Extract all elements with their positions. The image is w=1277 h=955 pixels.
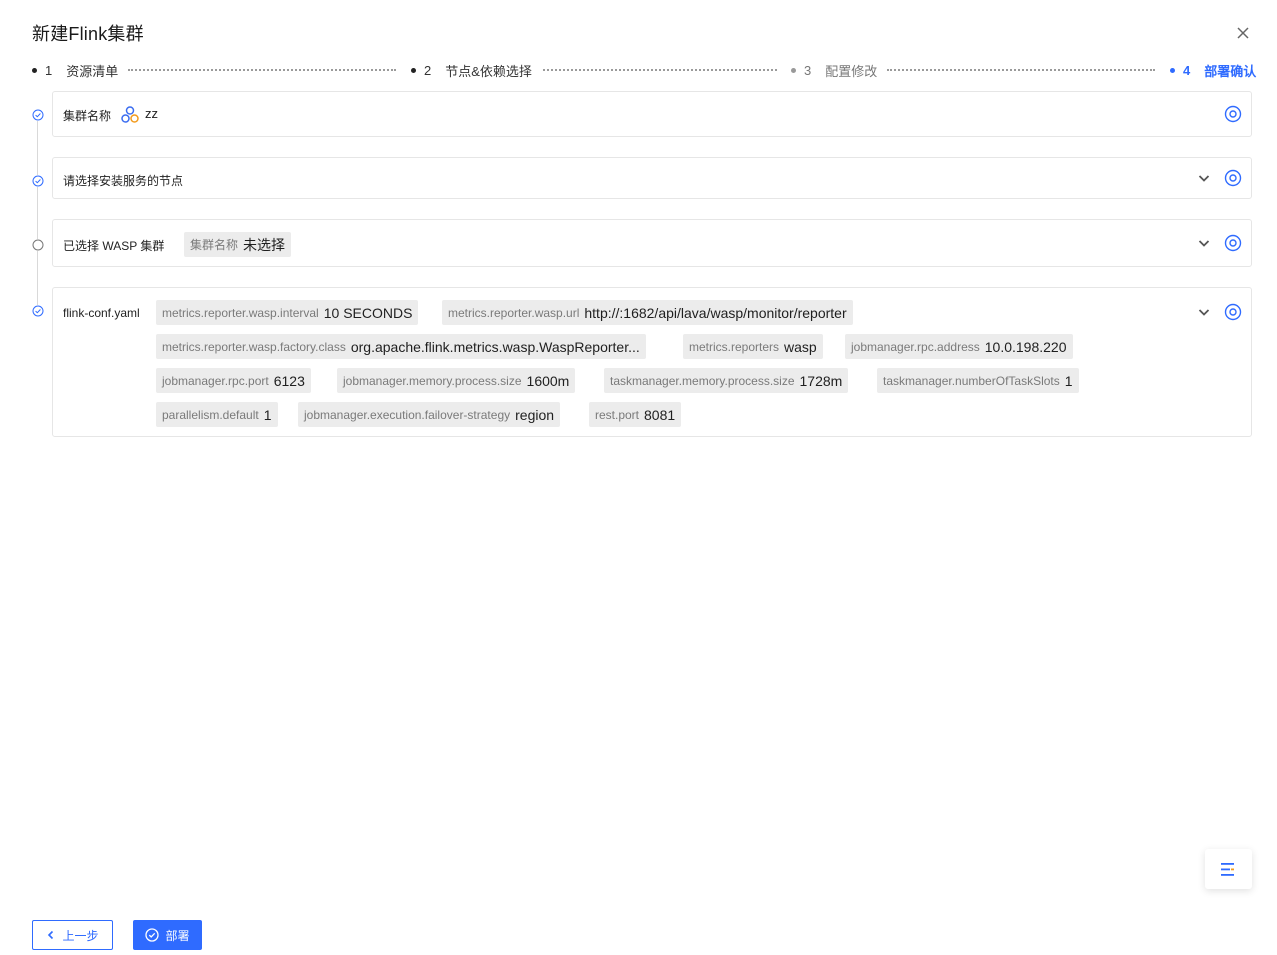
deploy-button[interactable]: 部署 <box>133 920 202 950</box>
check-circle-icon <box>32 305 44 317</box>
settings-icon[interactable] <box>1224 234 1242 252</box>
tag-value: 8081 <box>644 406 676 423</box>
floating-menu-button[interactable] <box>1205 849 1252 889</box>
cluster-logo-icon <box>121 106 139 123</box>
tag-key: jobmanager.rpc.port <box>162 373 269 388</box>
config-tag: taskmanager.numberOfTaskSlots 1 <box>877 368 1079 393</box>
config-tag: metrics.reporter.wasp.url http://:1682/a… <box>442 300 853 325</box>
step-connector <box>543 69 777 71</box>
tag-value: region <box>515 406 555 423</box>
config-tag: parallelism.default 1 <box>156 402 278 427</box>
tag-key: 集群名称 <box>190 238 239 252</box>
wasp-label: 已选择 WASP 集群 <box>63 239 165 253</box>
tag-value: 6123 <box>273 372 305 389</box>
tag-key: jobmanager.memory.process.size <box>343 373 522 388</box>
step-1[interactable]: 1 资源清单 <box>32 60 118 80</box>
step-number: 2 <box>424 62 432 78</box>
close-icon[interactable] <box>1234 24 1252 42</box>
step-2[interactable]: 2 节点&依赖选择 <box>411 60 532 80</box>
cluster-name-card: 集群名称 zz <box>52 91 1252 137</box>
config-tag: metrics.reporter.wasp.interval 10 SECOND… <box>156 300 419 325</box>
timeline-line <box>37 120 38 310</box>
step-dot <box>32 67 37 73</box>
tag-key: metrics.reporter.wasp.interval <box>162 305 319 320</box>
chevron-down-icon[interactable] <box>1197 236 1211 250</box>
cluster-name-value: zz <box>145 106 158 121</box>
check-circle-icon <box>32 175 44 187</box>
tag-key: taskmanager.memory.process.size <box>610 373 795 388</box>
tag-value: wasp <box>784 338 817 355</box>
tag-key: jobmanager.rpc.address <box>851 339 980 354</box>
list-icon <box>1221 863 1234 876</box>
config-tag: jobmanager.rpc.port 6123 <box>156 368 311 393</box>
tag-key: parallelism.default <box>162 407 259 422</box>
deploy-label: 部署 <box>165 928 190 943</box>
config-tag: jobmanager.rpc.address 10.0.198.220 <box>845 334 1073 359</box>
config-tag: jobmanager.execution.failover-strategy r… <box>298 402 561 427</box>
step-label: 节点&依赖选择 <box>445 63 532 79</box>
check-circle-icon <box>145 928 160 942</box>
nodes-label: 请选择安装服务的节点 <box>63 174 184 188</box>
tag-key: jobmanager.execution.failover-strategy <box>304 407 511 422</box>
prev-step-label: 上一步 <box>62 928 99 943</box>
step-number: 4 <box>1183 62 1191 78</box>
step-label: 资源清单 <box>66 63 119 79</box>
settings-icon[interactable] <box>1224 169 1242 187</box>
step-4[interactable]: 4 部署确认 <box>1170 60 1256 80</box>
chevron-left-icon <box>48 930 54 940</box>
flink-conf-label: flink-conf.yaml <box>63 306 140 320</box>
step-label: 部署确认 <box>1204 63 1257 79</box>
settings-icon[interactable] <box>1224 105 1242 123</box>
nodes-card: 请选择安装服务的节点 <box>52 157 1252 199</box>
step-3[interactable]: 3 配置修改 <box>791 60 877 80</box>
tag-value: http://:1682/api/lava/wasp/monitor/repor… <box>584 304 847 321</box>
cluster-name-label: 集群名称 <box>63 109 112 123</box>
flink-conf-card: flink-conf.yaml metrics.reporter.wasp.in… <box>52 287 1252 437</box>
step-connector <box>887 69 1155 71</box>
step-number: 3 <box>804 62 812 78</box>
config-tag: taskmanager.memory.process.size 1728m <box>604 368 849 393</box>
prev-step-button[interactable]: 上一步 <box>32 920 113 950</box>
tag-value: org.apache.flink.metrics.wasp.WaspReport… <box>350 338 640 355</box>
steps-bar: 1 资源清单 2 节点&依赖选择 3 配置修改 4 部署确认 <box>32 60 1256 80</box>
tag-key: rest.port <box>595 407 640 422</box>
empty-circle-icon <box>32 239 44 251</box>
wasp-cluster-tag: 集群名称 未选择 <box>184 232 292 257</box>
dialog-title: 新建Flink集群 <box>32 24 144 44</box>
tag-key: taskmanager.numberOfTaskSlots <box>883 373 1060 388</box>
config-tag: rest.port 8081 <box>589 402 682 427</box>
step-dot <box>1170 67 1175 73</box>
tag-value: 10.0.198.220 <box>984 338 1067 355</box>
tag-value: 未选择 <box>243 236 286 253</box>
step-dot <box>791 67 796 73</box>
tag-value: 1728m <box>799 372 843 389</box>
chevron-down-icon[interactable] <box>1197 305 1211 319</box>
settings-icon[interactable] <box>1224 303 1242 321</box>
step-number: 1 <box>45 62 53 78</box>
config-tag: metrics.reporter.wasp.factory.class org.… <box>156 334 646 359</box>
tag-key: metrics.reporters <box>689 339 780 354</box>
tag-key: metrics.reporter.wasp.url <box>448 305 580 320</box>
tag-key: metrics.reporter.wasp.factory.class <box>162 339 346 354</box>
tag-value: 1 <box>263 406 272 423</box>
tag-value: 1600m <box>526 372 570 389</box>
check-circle-icon <box>32 109 44 121</box>
tag-value: 1 <box>1064 372 1073 389</box>
step-label: 配置修改 <box>825 63 878 79</box>
config-tag: metrics.reporters wasp <box>683 334 823 359</box>
chevron-down-icon[interactable] <box>1197 171 1211 185</box>
step-dot <box>411 67 416 73</box>
config-tag: jobmanager.memory.process.size 1600m <box>337 368 576 393</box>
step-connector <box>128 69 396 71</box>
tag-value: 10 SECONDS <box>323 304 413 321</box>
wasp-card: 已选择 WASP 集群 集群名称 未选择 <box>52 219 1252 267</box>
